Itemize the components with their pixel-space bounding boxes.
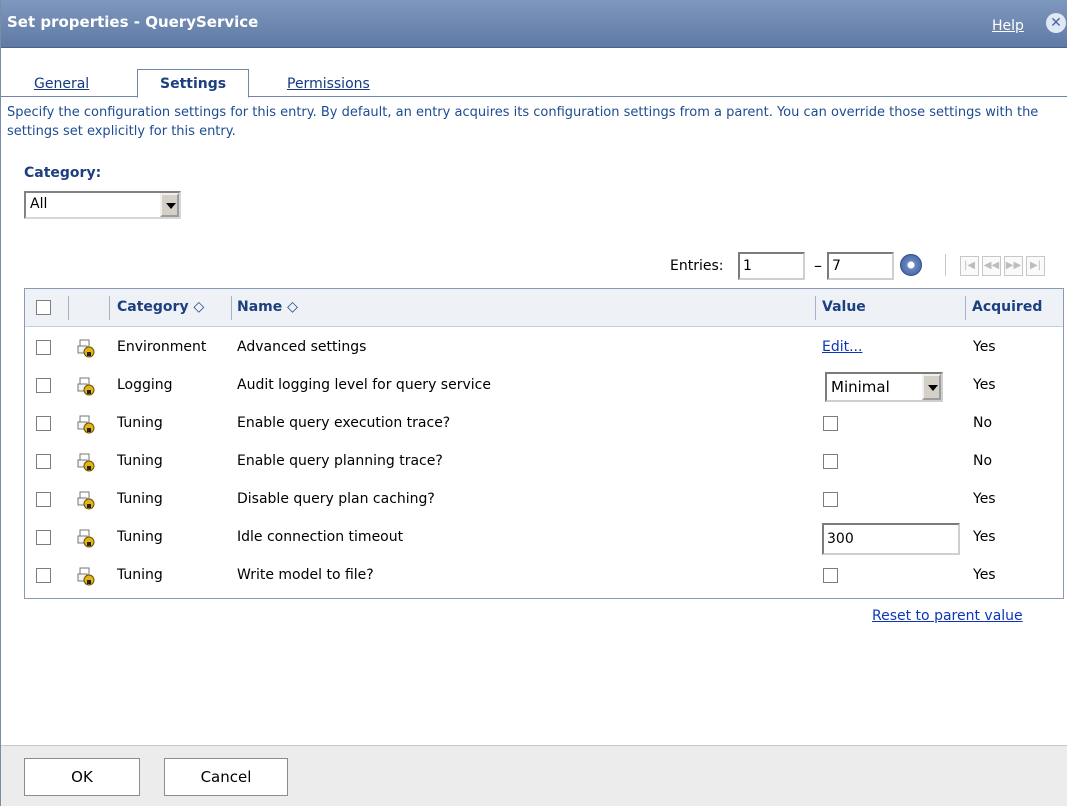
row-select-checkbox[interactable]	[36, 454, 51, 469]
header-name[interactable]: Name ◇	[237, 299, 298, 315]
reset-to-parent-link[interactable]: Reset to parent value	[872, 608, 1023, 624]
row-name: Enable query execution trace?	[237, 415, 451, 431]
row-name: Disable query plan caching?	[237, 491, 435, 507]
row-category: Tuning	[117, 415, 163, 431]
timeout-input[interactable]	[822, 523, 960, 555]
setting-entry-icon	[77, 377, 95, 396]
title-bar: Set properties - QueryService Help ✕	[1, 0, 1067, 48]
tab-permissions[interactable]: Permissions	[287, 76, 370, 92]
row-category: Tuning	[117, 529, 163, 545]
go-icon[interactable]	[900, 254, 922, 276]
entries-dash: –	[814, 256, 822, 275]
row-acquired: Yes	[973, 529, 996, 545]
select-all-checkbox[interactable]	[36, 300, 51, 315]
row-name: Enable query planning trace?	[237, 453, 443, 469]
row-acquired: Yes	[973, 567, 996, 583]
tab-bar: General Settings Permissions	[1, 69, 1067, 98]
value-checkbox[interactable]	[823, 492, 838, 507]
entries-to-input[interactable]	[827, 252, 894, 280]
chevron-down-icon[interactable]	[922, 374, 941, 400]
next-page-icon[interactable]: ▶▶	[1004, 256, 1023, 276]
row-select-checkbox[interactable]	[36, 530, 51, 545]
header-divider	[231, 296, 232, 320]
row-category: Environment	[117, 339, 207, 355]
row-name: Write model to file?	[237, 567, 374, 583]
row-select-checkbox[interactable]	[36, 568, 51, 583]
row-category: Tuning	[117, 567, 163, 583]
close-icon[interactable]: ✕	[1046, 13, 1066, 33]
header-divider	[109, 296, 110, 320]
setting-entry-icon	[77, 339, 95, 358]
table-row: Tuning Enable query execution trace? No	[25, 405, 1063, 443]
row-name: Idle connection timeout	[237, 529, 404, 545]
row-name: Audit logging level for query service	[237, 377, 491, 393]
row-acquired: Yes	[973, 339, 996, 355]
value-checkbox[interactable]	[823, 568, 838, 583]
row-select-checkbox[interactable]	[36, 378, 51, 393]
table-row: Tuning Idle connection timeout Yes	[25, 519, 1063, 557]
row-select-checkbox[interactable]	[36, 340, 51, 355]
category-select[interactable]: All	[24, 191, 181, 219]
row-acquired: Yes	[973, 377, 996, 393]
row-acquired: Yes	[973, 491, 996, 507]
value-checkbox[interactable]	[823, 454, 838, 469]
edit-link[interactable]: Edit...	[822, 339, 862, 355]
dialog-footer: OK Cancel	[1, 745, 1067, 806]
setting-entry-icon	[77, 453, 95, 472]
entries-label: Entries:	[670, 258, 724, 274]
dialog-window: Set properties - QueryService Help ✕ Gen…	[0, 0, 1067, 806]
row-acquired: No	[973, 453, 993, 469]
chevron-down-icon[interactable]	[160, 193, 179, 217]
table-row: Tuning Disable query plan caching? Yes	[25, 481, 1063, 519]
category-label: Category:	[24, 165, 102, 181]
row-category: Tuning	[117, 453, 163, 469]
table-row: Tuning Enable query planning trace? No	[25, 443, 1063, 481]
tab-general[interactable]: General	[34, 76, 89, 92]
setting-entry-icon	[77, 491, 95, 510]
header-category[interactable]: Category ◇	[117, 299, 204, 315]
table-row: Tuning Write model to file? Yes	[25, 557, 1063, 595]
row-name: Advanced settings	[237, 339, 367, 355]
logging-level-select[interactable]: Minimal	[825, 372, 943, 402]
header-divider	[965, 296, 966, 320]
cancel-button[interactable]: Cancel	[164, 758, 288, 796]
logging-level-value: Minimal	[831, 378, 890, 396]
entries-from-input[interactable]	[738, 252, 805, 280]
help-link[interactable]: Help	[992, 18, 1024, 34]
header-divider	[68, 296, 69, 320]
settings-description: Specify the configuration settings for t…	[7, 105, 1039, 139]
category-selected-value: All	[30, 196, 48, 212]
value-checkbox[interactable]	[823, 416, 838, 431]
dialog-title: Set properties - QueryService	[7, 13, 259, 31]
pager-separator	[945, 254, 946, 276]
setting-entry-icon	[77, 567, 95, 586]
row-acquired: No	[973, 415, 993, 431]
previous-page-icon[interactable]: ◀◀	[982, 256, 1001, 276]
setting-entry-icon	[77, 529, 95, 548]
tab-settings[interactable]: Settings	[137, 69, 250, 98]
ok-button[interactable]: OK	[24, 758, 140, 796]
table-row: Environment Advanced settings Edit... Yes	[25, 329, 1063, 367]
row-select-checkbox[interactable]	[36, 492, 51, 507]
table-row: Logging Audit logging level for query ser…	[25, 367, 1063, 405]
header-value: Value	[822, 299, 866, 315]
header-acquired: Acquired	[972, 299, 1043, 315]
setting-entry-icon	[77, 415, 95, 434]
row-category: Tuning	[117, 491, 163, 507]
settings-table: Category ◇ Name ◇ Value Acquired Environ…	[24, 288, 1064, 599]
table-header: Category ◇ Name ◇ Value Acquired	[25, 289, 1063, 327]
header-divider	[815, 296, 816, 320]
first-page-icon[interactable]: |◀	[960, 256, 979, 276]
last-page-icon[interactable]: ▶|	[1026, 256, 1045, 276]
row-select-checkbox[interactable]	[36, 416, 51, 431]
row-category: Logging	[117, 377, 173, 393]
